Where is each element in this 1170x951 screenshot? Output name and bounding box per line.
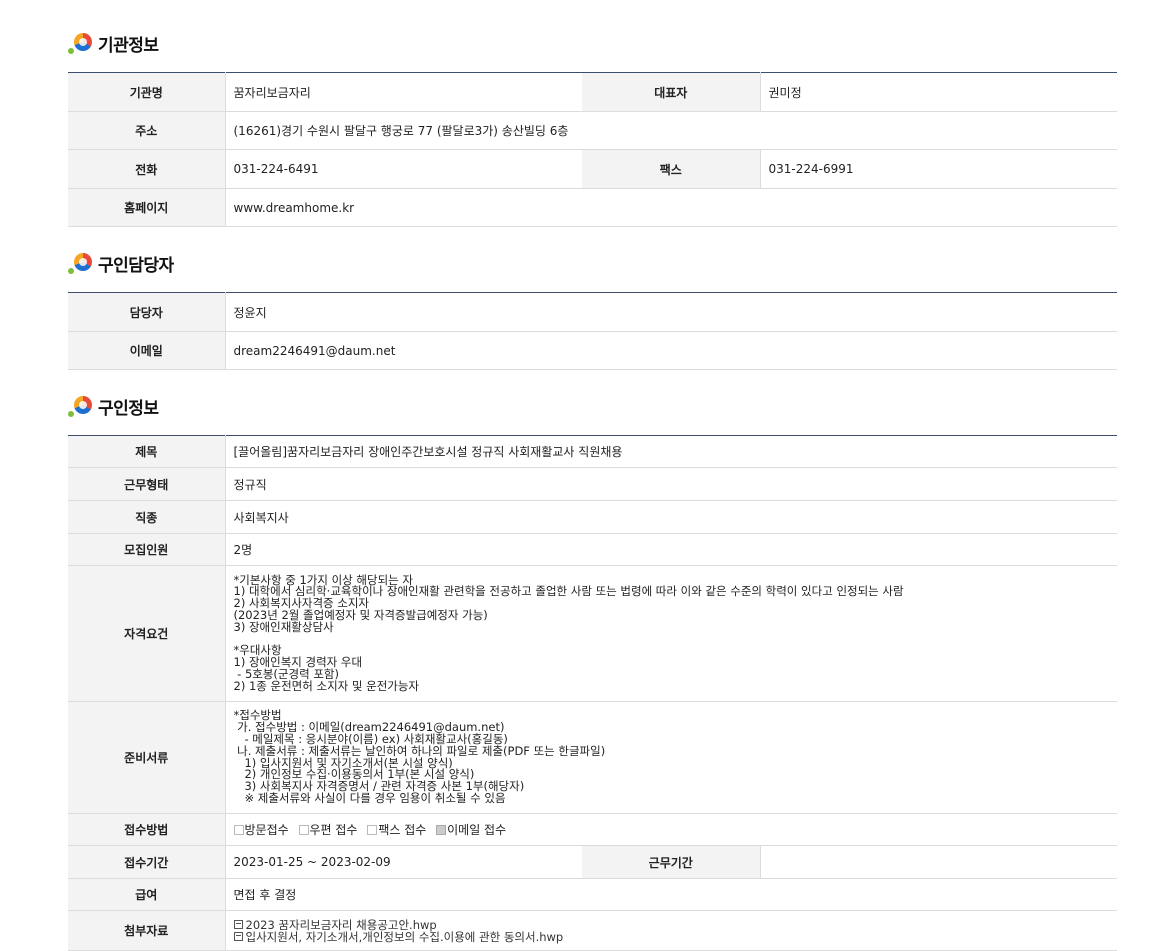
job-category-value: 사회복지사 [225,500,1118,534]
job-type-value: 정규직 [225,467,1118,501]
method-option-label: 이메일 접수 [447,823,507,837]
org-name-value: 꿈자리보금자리 [225,72,582,112]
org-phone-label: 전화 [68,149,226,189]
contact-person-value: 정윤지 [225,292,1117,332]
section-title-text: 구인정보 [98,398,159,419]
org-rep-value: 권미정 [760,72,1117,112]
job-files-cell: 2023 꿈자리보금자리 채용공고안.hwp 입사지원서, 자기소개서,개인정보… [225,910,1118,951]
section-title-text: 구인담당자 [98,255,174,276]
job-subject-value: [끌어올림]꿈자리보금자리 장애인주간보호시설 정규직 사회재활교사 직원채용 [225,435,1118,468]
table-row: 직종 사회복지사 [68,500,1118,534]
section-title-text: 기관정보 [98,35,159,56]
section-title-contact: 구인담당자 [68,249,174,277]
job-salary-label: 급여 [68,878,226,911]
job-period-value: 2023-01-25 ~ 2023-02-09 [225,845,582,879]
job-files-label: 첨부자료 [68,910,226,951]
table-row: 근무형태 정규직 [68,467,1118,501]
job-docs-value: *접수방법 가. 접수방법 : 이메일(dream2246491@daum.ne… [233,708,606,805]
table-row: 준비서류 *접수방법 가. 접수방법 : 이메일(dream2246491@da… [68,701,1118,814]
org-home-label: 홈페이지 [68,188,226,227]
table-row: 접수기간 2023-01-25 ~ 2023-02-09 근무기간 [68,845,1118,879]
job-qual-value: *기본사항 중 1가지 이상 해당되는 자 1) 대학에서 심리학·교육학이나 … [233,572,904,693]
org-home-link[interactable]: www.dreamhome.kr [225,188,1117,227]
table-row: 주소 (16261)경기 수원시 팔달구 행궁로 77 (팔달로3가) 송산빌딩… [68,111,1117,150]
checkbox-checked-icon [436,825,447,835]
table-row: 담당자 정윤지 [68,292,1117,332]
table-row: 급여 면접 후 결정 [68,878,1118,911]
section-bullet-icon [68,249,96,277]
table-row: 모집인원 2명 [68,533,1118,566]
contact-info-table: 담당자 정윤지 이메일 dream2246491@daum.net [68,292,1117,370]
table-row: 자격요건 *기본사항 중 1가지 이상 해당되는 자 1) 대학에서 심리학·교… [68,565,1118,702]
job-work-period-label: 근무기간 [582,845,761,879]
job-count-label: 모집인원 [68,533,226,566]
table-row: 전화 031-224-6491 팩스 031-224-6991 [68,149,1117,189]
org-fax-value: 031-224-6991 [760,149,1117,189]
org-addr-value: (16261)경기 수원시 팔달구 행궁로 77 (팔달로3가) 송산빌딩 6층 [225,111,1117,150]
checkbox-icon [298,825,309,835]
job-count-value: 2명 [225,533,1118,566]
org-rep-label: 대표자 [582,72,761,112]
org-name-label: 기관명 [68,72,226,112]
job-info-table: 제목 [끌어올림]꿈자리보금자리 장애인주간보호시설 정규직 사회재활교사 직원… [68,435,1118,951]
job-subject-label: 제목 [68,435,226,468]
attachment-link[interactable]: 입사지원서, 자기소개서,개인정보의 수집.이용에 관한 동의서.hwp [233,929,1110,944]
contact-person-label: 담당자 [68,292,226,332]
method-option-mail: 우편 접수 [298,823,358,837]
checkbox-icon [367,825,378,835]
table-row: 기관명 꿈자리보금자리 대표자 권미정 [68,72,1117,112]
table-row: 이메일 dream2246491@daum.net [68,331,1117,370]
method-option-label: 방문접수 [244,823,289,837]
job-category-label: 직종 [68,500,226,534]
job-qual-label: 자격요건 [68,565,226,702]
table-row: 홈페이지 www.dreamhome.kr [68,188,1117,227]
table-row: 제목 [끌어올림]꿈자리보금자리 장애인주간보호시설 정규직 사회재활교사 직원… [68,435,1118,468]
file-icon [233,919,243,929]
contact-email-value: dream2246491@daum.net [225,331,1117,370]
section-bullet-icon [68,392,96,420]
file-icon [233,931,243,941]
job-method-options: 방문접수 우편 접수 팩스 접수 이메일 접수 [225,813,1118,846]
method-option-label: 우편 접수 [309,823,358,837]
job-work-period-value [760,845,1118,879]
job-docs-cell: *접수방법 가. 접수방법 : 이메일(dream2246491@daum.ne… [225,701,1118,814]
job-method-label: 접수방법 [68,813,226,846]
org-addr-label: 주소 [68,111,226,150]
checkbox-icon [233,825,244,835]
method-option-email: 이메일 접수 [436,823,506,837]
section-title-org: 기관정보 [68,29,159,57]
job-qual-cell: *기본사항 중 1가지 이상 해당되는 자 1) 대학에서 심리학·교육학이나 … [225,565,1118,702]
attachment-name: 입사지원서, 자기소개서,개인정보의 수집.이용에 관한 동의서.hwp [245,929,564,944]
org-fax-label: 팩스 [582,149,761,189]
job-docs-label: 준비서류 [68,701,226,814]
contact-email-label: 이메일 [68,331,226,370]
method-option-fax: 팩스 접수 [367,823,426,837]
table-row: 첨부자료 2023 꿈자리보금자리 채용공고안.hwp 입사지원서, 자기소개서… [68,910,1118,951]
job-salary-value: 면접 후 결정 [225,878,1118,911]
table-row: 접수방법 방문접수 우편 접수 팩스 접수 이메일 접수 [68,813,1118,846]
method-option-label: 팩스 접수 [378,823,427,837]
job-period-label: 접수기간 [68,845,226,879]
job-type-label: 근무형태 [68,467,226,501]
org-phone-value: 031-224-6491 [225,149,582,189]
method-option-visit: 방문접수 [233,823,289,837]
org-info-table: 기관명 꿈자리보금자리 대표자 권미정 주소 (16261)경기 수원시 팔달구… [68,72,1117,227]
section-bullet-icon [68,29,96,57]
section-title-job: 구인정보 [68,392,159,420]
